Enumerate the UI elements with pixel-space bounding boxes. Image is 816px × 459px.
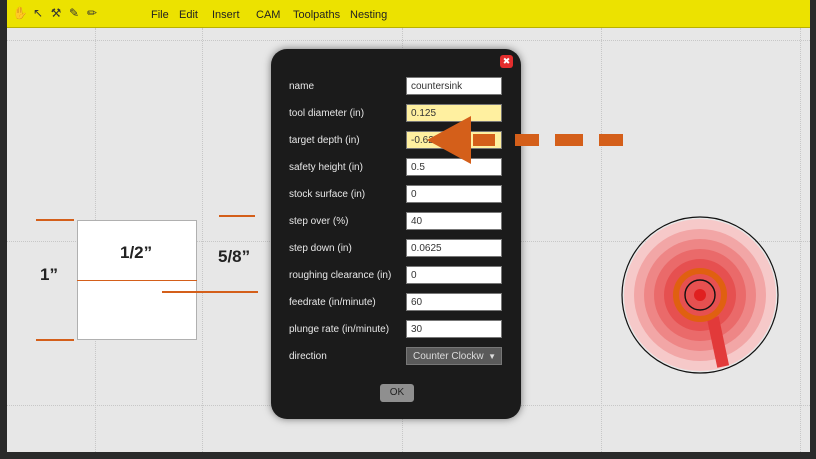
dimension-label-left: 1” (40, 265, 58, 284)
toolpath-preview[interactable] (620, 215, 780, 375)
menu-nesting[interactable]: Nesting (350, 9, 387, 21)
drawing-canvas[interactable]: ✋ ↖ ⚒ ✎ ✏ File Edit Insert CAM Toolpaths… (7, 0, 810, 452)
menu-file[interactable]: File (151, 9, 169, 21)
direction-value: Counter Clockw (413, 351, 484, 362)
field-label: roughing clearance (in) (289, 270, 392, 281)
step-down-input[interactable] (406, 239, 502, 257)
grid-line (7, 40, 810, 41)
field-label: safety height (in) (289, 162, 363, 173)
dimension-line (36, 219, 74, 221)
ok-button[interactable]: OK (380, 384, 414, 402)
field-row-step-down: step down (in) (289, 239, 509, 259)
toolpath-settings-dialog: ✖ name tool diameter (in) target depth (… (271, 49, 521, 419)
field-label: name (289, 81, 315, 92)
menu-toolpaths[interactable]: Toolpaths (293, 9, 340, 21)
field-label: feedrate (in/minute) (289, 297, 376, 308)
chevron-down-icon: ▼ (488, 352, 496, 361)
pen-tool-icon[interactable]: ✏ (85, 5, 99, 21)
field-label: step down (in) (289, 243, 352, 254)
dimension-line (36, 339, 74, 341)
stock-surface-input[interactable] (406, 185, 502, 203)
step-over-input[interactable] (406, 212, 502, 230)
grid-line (800, 28, 801, 452)
menu-bar: ✋ ↖ ⚒ ✎ ✏ File Edit Insert CAM Toolpaths… (7, 0, 810, 28)
menu-edit[interactable]: Edit (179, 9, 198, 21)
field-label: target depth (in) (289, 135, 360, 146)
field-label: plunge rate (in/minute) (289, 324, 390, 335)
dimension-label-top: 1/2” (120, 243, 153, 262)
feedrate-input[interactable] (406, 293, 502, 311)
depth-line (77, 280, 197, 281)
wrench-tool-icon[interactable]: ⚒ (49, 5, 63, 21)
roughing-clearance-input[interactable] (406, 266, 502, 284)
field-row-plunge-rate: plunge rate (in/minute) (289, 320, 509, 340)
plunge-rate-input[interactable] (406, 320, 502, 338)
dimension-line (162, 291, 258, 293)
name-input[interactable] (406, 77, 502, 95)
hand-tool-icon[interactable]: ✋ (13, 5, 28, 21)
grid-line (202, 28, 203, 452)
pointer-tool-icon[interactable]: ↖ (31, 5, 45, 21)
close-icon[interactable]: ✖ (500, 55, 513, 68)
field-row-feedrate: feedrate (in/minute) (289, 293, 509, 313)
field-row-direction: direction Counter Clockw ▼ (289, 347, 509, 367)
grid-line (601, 28, 602, 452)
field-row-roughing-clearance: roughing clearance (in) (289, 266, 509, 286)
field-row-step-over: step over (%) (289, 212, 509, 232)
app-window: ✋ ↖ ⚒ ✎ ✏ File Edit Insert CAM Toolpaths… (0, 0, 816, 459)
direction-select[interactable]: Counter Clockw ▼ (406, 347, 502, 365)
pencil-tool-icon[interactable]: ✎ (67, 5, 81, 21)
field-row-name: name (289, 77, 509, 97)
field-label: stock surface (in) (289, 189, 366, 200)
dimension-line (219, 215, 255, 217)
field-label: direction (289, 351, 327, 362)
field-label: step over (%) (289, 216, 349, 227)
annotation-arrow-icon (427, 116, 623, 164)
menu-cam[interactable]: CAM (256, 9, 280, 21)
field-label: tool diameter (in) (289, 108, 365, 119)
dimension-label-right: 5/8” (218, 247, 251, 266)
menu-insert[interactable]: Insert (212, 9, 240, 21)
field-row-stock-surface: stock surface (in) (289, 185, 509, 205)
